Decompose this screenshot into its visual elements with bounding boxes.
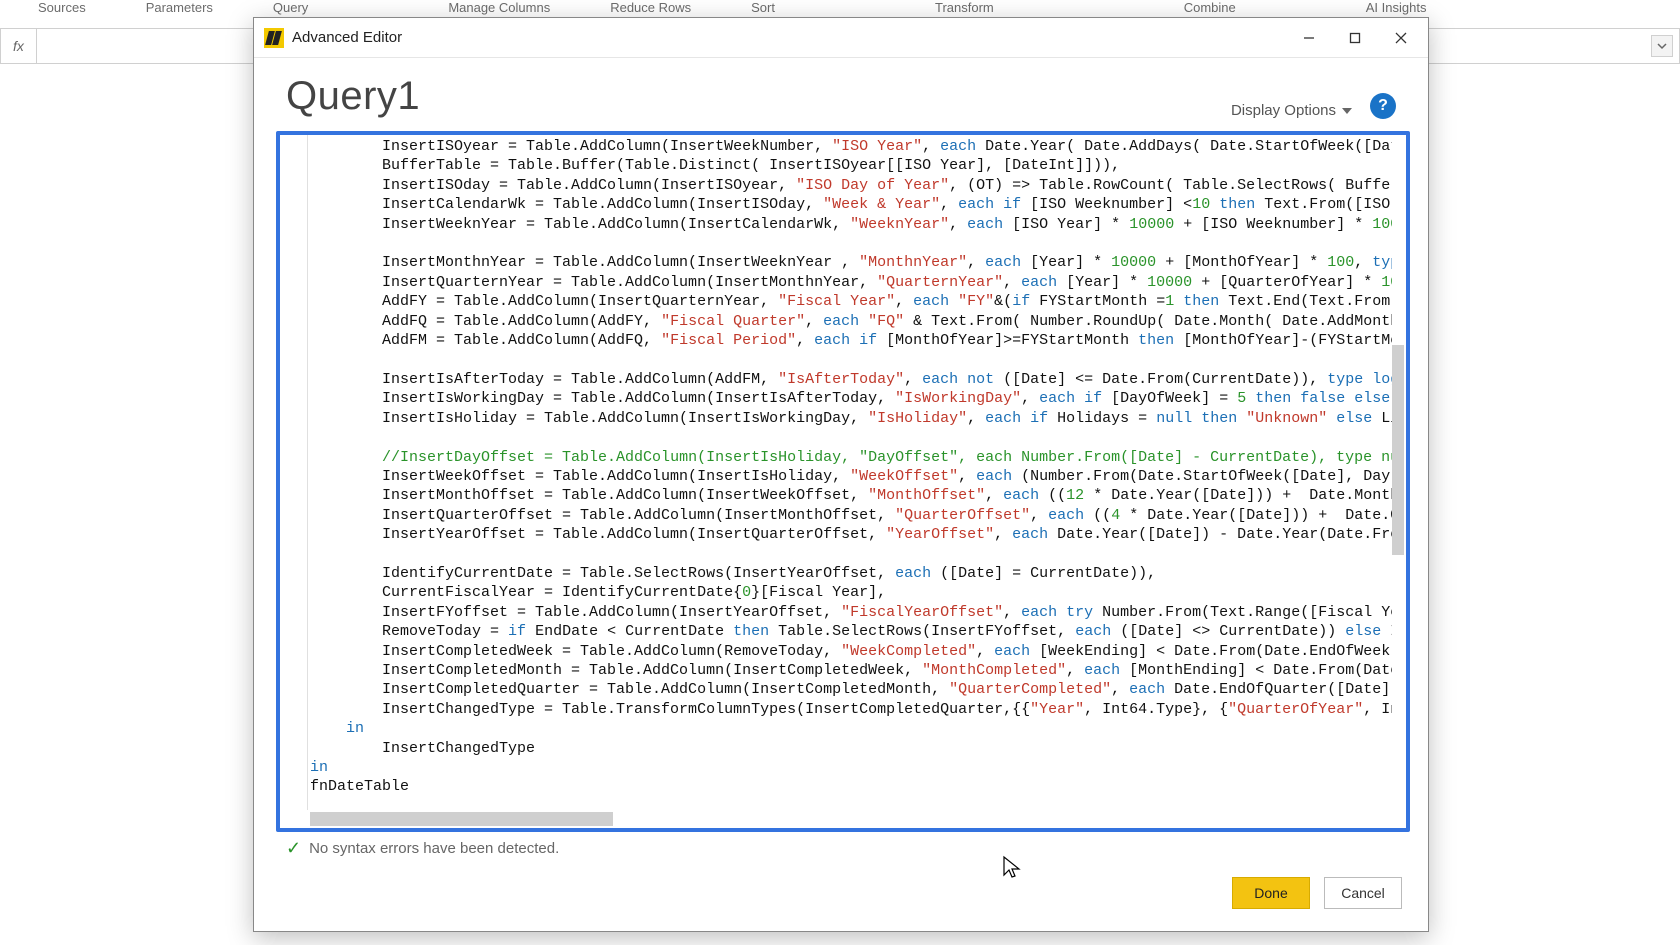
dialog-title: Advanced Editor <box>292 29 402 46</box>
chevron-down-icon[interactable] <box>1651 35 1673 57</box>
close-button[interactable] <box>1378 19 1424 57</box>
query-name: Query1 <box>286 74 420 119</box>
caret-down-icon <box>1342 108 1352 114</box>
syntax-status: ✓ No syntax errors have been detected. <box>254 836 1428 859</box>
fx-label: fx <box>1 29 37 63</box>
ribbon-item[interactable]: Parameters <box>116 0 243 8</box>
ribbon-item[interactable]: Combine <box>1154 0 1266 8</box>
ribbon-item[interactable]: Manage Columns <box>418 0 580 8</box>
ribbon-tabs: Sources Parameters Query Manage Columns … <box>0 0 1680 8</box>
advanced-editor-dialog: Advanced Editor Query1 Display Options ?… <box>253 17 1429 932</box>
line-gutter <box>280 135 308 810</box>
horizontal-scrollbar[interactable] <box>310 812 941 826</box>
dialog-footer: Done Cancel <box>254 859 1428 931</box>
done-button[interactable]: Done <box>1232 877 1310 909</box>
ribbon-item[interactable]: Query <box>243 0 338 8</box>
vertical-scrollbar[interactable] <box>1392 345 1404 625</box>
check-icon: ✓ <box>286 838 301 859</box>
ribbon-item[interactable]: Transform <box>905 0 1024 8</box>
ribbon-item[interactable]: Sort <box>721 0 805 8</box>
code-editor-frame: InsertISOyear = Table.AddColumn(InsertWe… <box>276 131 1410 832</box>
power-bi-icon <box>264 28 284 48</box>
status-text: No syntax errors have been detected. <box>309 840 559 857</box>
code-editor[interactable]: InsertISOyear = Table.AddColumn(InsertWe… <box>280 135 1406 828</box>
sub-header: Query1 Display Options ? <box>254 58 1428 131</box>
code-text[interactable]: InsertISOyear = Table.AddColumn(InsertWe… <box>310 137 1392 810</box>
minimize-button[interactable] <box>1286 19 1332 57</box>
ribbon-item[interactable]: Reduce Rows <box>580 0 721 8</box>
cancel-button[interactable]: Cancel <box>1324 877 1402 909</box>
title-bar: Advanced Editor <box>254 18 1428 58</box>
ribbon-item[interactable]: AI Insights <box>1336 0 1457 8</box>
ribbon-item[interactable]: Sources <box>8 0 116 8</box>
help-button[interactable]: ? <box>1370 93 1396 119</box>
display-options-dropdown[interactable]: Display Options <box>1231 102 1352 119</box>
maximize-button[interactable] <box>1332 19 1378 57</box>
